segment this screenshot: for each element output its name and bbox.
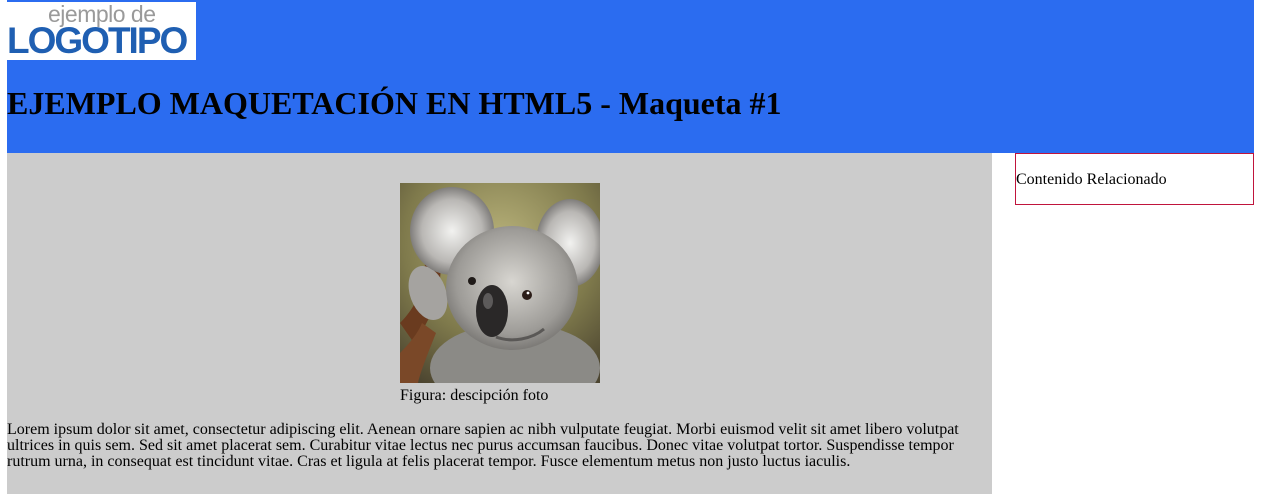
main-article: Figura: descipción foto Lorem ipsum dolo…	[7, 153, 992, 494]
figure-caption: Figura: descipción foto	[400, 387, 549, 404]
koala-photo	[400, 183, 600, 383]
logo: ejemplo de LOGOTIPO	[7, 2, 196, 60]
logo-main-text: LOGOTIPO	[7, 20, 188, 61]
site-header: ejemplo de LOGOTIPO EJEMPLO MAQUETACIÓN …	[7, 0, 1254, 153]
aside-label: Contenido Relacionado	[1016, 171, 1167, 188]
article-paragraph: Lorem ipsum dolor sit amet, consectetur …	[7, 421, 959, 470]
figure: Figura: descipción foto	[400, 183, 600, 405]
page-title: EJEMPLO MAQUETACIÓN EN HTML5 - Maqueta #…	[7, 85, 782, 121]
related-content-aside: Contenido Relacionado	[1015, 153, 1254, 205]
page: ejemplo de LOGOTIPO EJEMPLO MAQUETACIÓN …	[0, 0, 1262, 494]
